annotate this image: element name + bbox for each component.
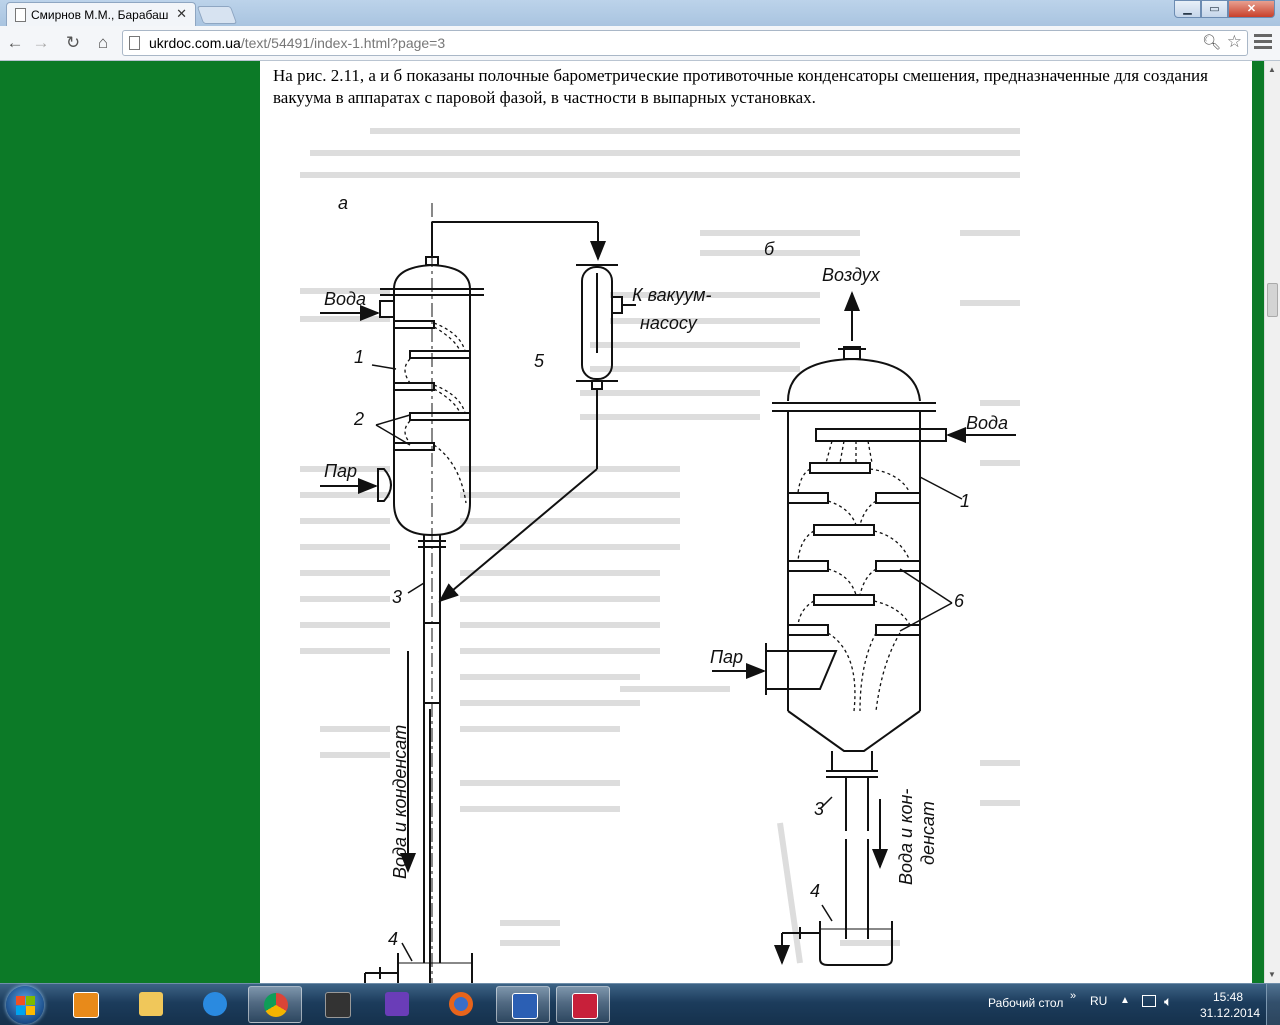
scroll-up-icon[interactable]: ▲ <box>1268 65 1276 74</box>
label-vozdukh: Воздух <box>822 265 881 285</box>
windows-taskbar: Рабочий стол » RU ▲ 🔈︎ 15:48 31.12.2014 <box>0 983 1280 1025</box>
label-2-a: 2 <box>353 409 364 429</box>
article-paragraph: На рис. 2.11, а и б показаны полочные ба… <box>273 66 1208 107</box>
label-3-b: 3 <box>814 799 824 819</box>
taskbar-chrome[interactable] <box>248 986 302 1023</box>
page-icon <box>129 36 140 50</box>
label-voda-a: Вода <box>324 289 366 309</box>
word-icon <box>512 993 538 1019</box>
clock-date[interactable]: 31.12.2014 <box>1200 1006 1260 1020</box>
speaker-icon[interactable]: 🔈︎ <box>1164 993 1172 1010</box>
taskbar-firefox[interactable] <box>434 986 488 1023</box>
page-content: На рис. 2.11, а и б показаны полочные ба… <box>260 61 1252 983</box>
close-tab-icon[interactable]: ✕ <box>176 6 187 22</box>
home-button[interactable]: ⌂ <box>92 32 114 54</box>
taskbar-word[interactable] <box>496 986 550 1023</box>
action-center-flag-icon[interactable] <box>1142 995 1156 1007</box>
chrome-icon <box>264 993 288 1017</box>
scroll-down-icon[interactable]: ▼ <box>1268 970 1276 979</box>
browser-menu-icon[interactable] <box>1254 34 1272 52</box>
label-5-a: 5 <box>534 351 545 371</box>
label-outlet-b1: Вода и кон- <box>896 789 916 885</box>
label-4-a: 4 <box>388 929 398 949</box>
label-4-b: 4 <box>810 881 820 901</box>
firefox-icon <box>449 992 473 1016</box>
taskbar-explorer[interactable] <box>124 986 178 1023</box>
tab-title: Смирнов М.М., Барабаш <box>31 8 169 22</box>
desktop-toolbar-label[interactable]: Рабочий стол <box>988 996 1063 1010</box>
zoom-icon[interactable]: 🔍︎ <box>1202 33 1221 51</box>
taskbar-purple-app[interactable] <box>370 986 424 1023</box>
label-3-a: 3 <box>392 587 402 607</box>
scrollbar-thumb[interactable] <box>1267 283 1278 317</box>
new-tab-button[interactable] <box>196 6 238 24</box>
address-bar[interactable]: ukrdoc.com.ua/text/54491/index-1.html?pa… <box>122 30 1248 56</box>
taskbar-floppy-app[interactable] <box>556 986 610 1023</box>
maximize-button[interactable]: ▭ <box>1201 0 1228 18</box>
label-6-b: 6 <box>954 591 965 611</box>
camera-app-icon <box>325 992 351 1018</box>
bookmark-star-icon[interactable]: ☆ <box>1227 32 1242 52</box>
water-streams-b <box>797 440 911 712</box>
url-path: /text/54491/index-1.html?page=3 <box>240 35 446 51</box>
windows-logo-icon <box>16 996 25 1005</box>
show-desktop-button[interactable] <box>1266 984 1280 1025</box>
label-voda-b: Вода <box>966 413 1008 433</box>
label-1-a: 1 <box>354 347 364 367</box>
start-button[interactable] <box>6 986 44 1024</box>
label-par-b: Пар <box>710 647 743 667</box>
label-vacuum-2: насосу <box>640 313 698 333</box>
label-outlet-a: Вода и конденсат <box>390 725 410 879</box>
vertical-scrollbar[interactable]: ▲ ▼ <box>1264 61 1280 983</box>
close-window-button[interactable]: ✕ <box>1228 0 1275 18</box>
label-1-b: 1 <box>960 491 970 511</box>
show-hidden-icons-icon[interactable]: ▲ <box>1120 995 1130 1006</box>
page-icon <box>15 8 26 22</box>
url-host: ukrdoc.com.ua <box>149 35 241 51</box>
label-vacuum-1: К вакуум- <box>632 285 711 305</box>
minimize-button[interactable]: ▁ <box>1174 0 1201 18</box>
figure-b-labels: б Воздух Вода 1 6 Пар 3 4 Вода и кон- де… <box>710 239 1008 901</box>
media-player-icon <box>73 992 99 1018</box>
file-explorer-icon <box>139 992 163 1016</box>
clock-time[interactable]: 15:48 <box>1213 990 1243 1004</box>
label-a: а <box>338 193 348 213</box>
taskbar-ie[interactable] <box>188 986 242 1023</box>
label-outlet-b2: денсат <box>918 801 938 865</box>
floppy-app-icon <box>572 993 598 1019</box>
left-sidebar-bg <box>0 61 260 983</box>
browser-tab[interactable]: Смирнов М.М., Барабаш ✕ <box>6 2 196 26</box>
forward-button[interactable]: → <box>30 32 52 54</box>
right-sidebar-bg <box>1252 61 1264 983</box>
back-button[interactable]: ← <box>4 32 26 54</box>
browser-toolbar: ← → ↻ ⌂ ukrdoc.com.ua/text/54491/index-1… <box>0 26 1280 61</box>
label-par-a: Пар <box>324 461 357 481</box>
condenser-figure: а Вода 1 2 Пар 3 4 5 К вакуум- насосу Во… <box>300 128 1020 983</box>
browser-titlebar: Смирнов М.М., Барабаш ✕ ▁ ▭ ✕ <box>0 0 1280 26</box>
taskbar-camera-app[interactable] <box>310 986 364 1023</box>
chevron-icon[interactable]: » <box>1070 990 1076 1002</box>
app-purple-icon <box>385 992 409 1016</box>
taskbar-media-player[interactable] <box>58 986 112 1023</box>
reload-button[interactable]: ↻ <box>62 32 84 54</box>
label-b: б <box>764 239 775 259</box>
language-indicator[interactable]: RU <box>1090 994 1107 1008</box>
internet-explorer-icon <box>203 992 227 1016</box>
